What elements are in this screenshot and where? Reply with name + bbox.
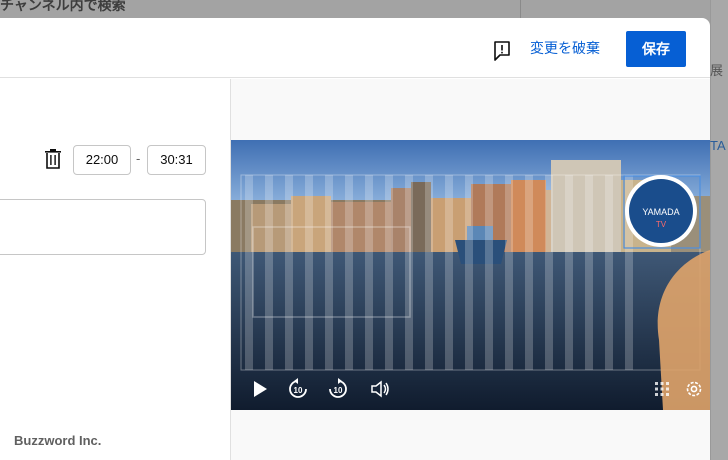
overlay-stripe bbox=[485, 175, 493, 370]
preview-panel: YAMADA TV 10 10 bbox=[231, 79, 710, 460]
trash-icon[interactable] bbox=[44, 149, 62, 169]
svg-text:10: 10 bbox=[334, 386, 343, 395]
dialog-header: 変更を破棄 保存 bbox=[0, 18, 710, 78]
settings-icon[interactable] bbox=[683, 378, 705, 400]
play-icon[interactable] bbox=[249, 378, 271, 400]
grid-icon[interactable] bbox=[651, 378, 673, 400]
end-time-input[interactable]: 30:31 bbox=[147, 145, 206, 175]
rewind-10-icon[interactable]: 10 bbox=[287, 378, 309, 400]
overlay-stripe bbox=[425, 175, 433, 370]
overlay-stripe bbox=[605, 175, 613, 370]
volume-icon[interactable] bbox=[369, 378, 391, 400]
background-divider bbox=[520, 0, 521, 18]
editor-panel: 22:00 - 30:31 Buzzword Inc. bbox=[0, 79, 231, 460]
background-search-title: チャンネル内で検索 bbox=[0, 0, 126, 13]
overlay-stripe bbox=[585, 175, 593, 370]
overlay-stripe bbox=[385, 175, 393, 370]
overlay-stripe bbox=[265, 175, 273, 370]
overlay-stripe bbox=[405, 175, 413, 370]
overlay-stripe bbox=[245, 175, 253, 370]
overlay-stripe bbox=[285, 175, 293, 370]
segment-text-field[interactable] bbox=[0, 199, 206, 255]
overlay-stripe bbox=[365, 175, 373, 370]
overlay-stripe bbox=[565, 175, 573, 370]
overlay-stripe bbox=[325, 175, 333, 370]
edit-dialog: 変更を破棄 保存 22:00 - 30:31 Buzzword Inc. YAM… bbox=[0, 18, 710, 460]
watermark-text: YAMADA bbox=[642, 207, 679, 217]
forward-10-icon[interactable]: 10 bbox=[327, 378, 349, 400]
footer-brand: Buzzword Inc. bbox=[14, 433, 102, 448]
overlay-stripe bbox=[525, 175, 533, 370]
background-right-link: TA bbox=[710, 138, 726, 153]
overlay-stripe bbox=[505, 175, 513, 370]
overlay-stripe bbox=[465, 175, 473, 370]
feedback-icon[interactable] bbox=[492, 40, 512, 62]
overlay-stripe bbox=[445, 175, 453, 370]
time-separator: - bbox=[136, 151, 141, 166]
svg-text:10: 10 bbox=[294, 386, 303, 395]
watermark-subtext: TV bbox=[656, 220, 667, 229]
start-time-input[interactable]: 22:00 bbox=[73, 145, 131, 175]
video-player[interactable]: YAMADA TV 10 10 bbox=[231, 140, 710, 410]
overlay-stripe bbox=[305, 175, 313, 370]
background-right-text: 展 bbox=[710, 63, 724, 78]
save-button[interactable]: 保存 bbox=[626, 31, 686, 67]
overlay-stripe bbox=[345, 175, 353, 370]
player-controls: 10 10 bbox=[231, 370, 710, 410]
overlay-stripe bbox=[545, 175, 553, 370]
discard-changes-button[interactable]: 変更を破棄 bbox=[530, 38, 600, 58]
